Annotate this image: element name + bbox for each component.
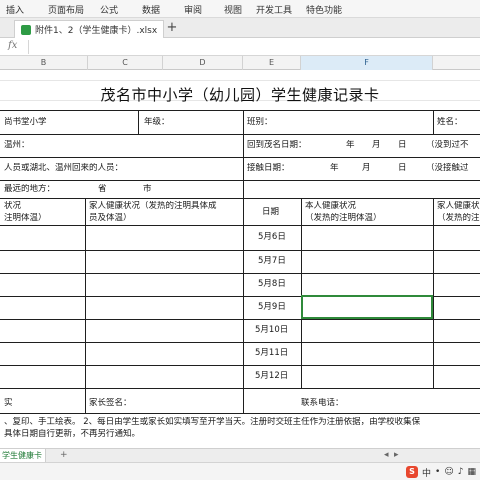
scroll-right-icon[interactable]: ▸ [394, 450, 399, 460]
ribbon-menu: 插入 页面布局 公式 数据 审阅 视图 开发工具 特色功能 [0, 0, 480, 18]
selected-cell[interactable] [301, 295, 433, 319]
function-icon[interactable]: fx [8, 40, 17, 51]
family2-header-line1: 家人健康状 [437, 201, 480, 211]
column-header-c[interactable]: C [88, 56, 163, 70]
family-header-line1: 家人健康状况（发热的注明具体成 [89, 201, 217, 211]
column-header-e[interactable]: E [243, 56, 301, 70]
col-a-header-line1: 状况 [4, 201, 22, 211]
menu-view[interactable]: 视图 [224, 3, 242, 16]
return-note: （没到过不 [426, 140, 469, 150]
province-label: 省 [98, 184, 107, 194]
nearest-label: 最远的地方： [4, 184, 56, 194]
col-a-header-line2: 注明体温） [4, 213, 47, 223]
return-day: 日 [398, 140, 407, 150]
menu-data[interactable]: 数据 [142, 3, 160, 16]
sheet-tab-active[interactable]: 学生健康卡 [0, 449, 46, 463]
spreadsheet-file-icon [21, 24, 31, 35]
column-headers: B C D E F [0, 56, 480, 70]
menu-insert[interactable]: 插入 [6, 3, 24, 16]
file-tab-strip: 附件1、2（学生健康卡）.xlsx + [0, 18, 480, 38]
microphone-icon[interactable]: ♪ [458, 467, 464, 477]
file-tab[interactable]: 附件1、2（学生健康卡）.xlsx [14, 20, 165, 38]
date-row: 5月12日 [255, 371, 289, 381]
column-header-d[interactable]: D [163, 56, 243, 70]
notes-line1: 、复印、手工绘表。 2、每日由学生或家长如实填写至开学当天。注册时交班主任作为注… [4, 417, 421, 427]
date-row: 5月11日 [255, 348, 289, 358]
notes-line2: 具体日期自行更新，不再另行通知。 [4, 429, 141, 439]
ime-language[interactable]: 中 [422, 466, 431, 479]
keyboard-icon[interactable]: ▦ [467, 467, 476, 477]
menu-formulas[interactable]: 公式 [100, 3, 118, 16]
sheet-tab-bar: 学生健康卡 + ◂ ▸ [0, 448, 480, 463]
menu-developer[interactable]: 开发工具 [256, 3, 292, 16]
menu-review[interactable]: 审阅 [184, 3, 202, 16]
contact-day: 日 [398, 163, 407, 173]
smiley-icon[interactable]: ☺ [444, 467, 453, 477]
date-row: 5月8日 [258, 279, 286, 289]
formula-bar: fx [0, 38, 480, 56]
parent-sign-label: 家长签名： [89, 398, 132, 408]
sheet-title: 茂名市中小学（幼儿园）学生健康记录卡 [100, 86, 380, 104]
status-bar: S 中 • ☺ ♪ ▦ [0, 462, 480, 480]
city-label: 市 [143, 184, 152, 194]
name-label: 姓名： [437, 117, 463, 127]
contact-date-label: 接触日期： [247, 163, 290, 173]
punctuation-icon[interactable]: • [435, 467, 440, 477]
column-header-b[interactable]: B [0, 56, 88, 70]
date-row: 5月9日 [258, 302, 286, 312]
date-row: 5月10日 [255, 325, 289, 335]
self-header-line2: （发热的注明体温） [305, 213, 382, 223]
column-header-f[interactable]: F [301, 56, 433, 70]
sogou-ime-icon[interactable]: S [406, 466, 419, 478]
return-year: 年 [346, 140, 355, 150]
wenzhou-label: 温州： [4, 140, 30, 150]
grade-label: 年级： [144, 117, 170, 127]
footer-left-label: 实 [4, 398, 13, 408]
self-header-line1: 本人健康状况 [305, 201, 357, 211]
ime-toolbar[interactable]: S 中 • ☺ ♪ ▦ [406, 465, 476, 479]
sheet-grid[interactable]: 茂名市中小学（幼儿园）学生健康记录卡 尚书堂小学 年级： 班别： 姓名： 温州： [0, 70, 480, 448]
family-header-line2: 员及体温） [89, 213, 132, 223]
return-date-label: 回到茂名日期： [247, 140, 307, 150]
family2-header-line2: （发热的注 [437, 213, 480, 223]
contact-note: （没接触过 [426, 163, 469, 173]
date-row: 5月6日 [258, 232, 286, 242]
scroll-left-icon[interactable]: ◂ [384, 450, 389, 460]
add-sheet-icon[interactable]: + [60, 450, 68, 460]
contact-year: 年 [330, 163, 339, 173]
return-month: 月 [372, 140, 381, 150]
persons-label: 人员或湖北、温州回来的人员： [4, 163, 124, 173]
file-tab-label: 附件1、2（学生健康卡）.xlsx [35, 26, 158, 36]
date-header: 日期 [262, 207, 280, 217]
menu-page-layout[interactable]: 页面布局 [48, 3, 84, 16]
column-header-g[interactable] [433, 56, 480, 70]
phone-label: 联系电话： [301, 398, 344, 408]
new-tab-button[interactable]: + [164, 20, 180, 36]
menu-special-features[interactable]: 特色功能 [306, 3, 342, 16]
spreadsheet-window: 插入 页面布局 公式 数据 审阅 视图 开发工具 特色功能 附件1、2（学生健康… [0, 0, 480, 480]
class-label: 班别： [247, 117, 273, 127]
contact-month: 月 [362, 163, 371, 173]
school-name: 尚书堂小学 [4, 117, 47, 127]
date-row: 5月7日 [258, 256, 286, 266]
